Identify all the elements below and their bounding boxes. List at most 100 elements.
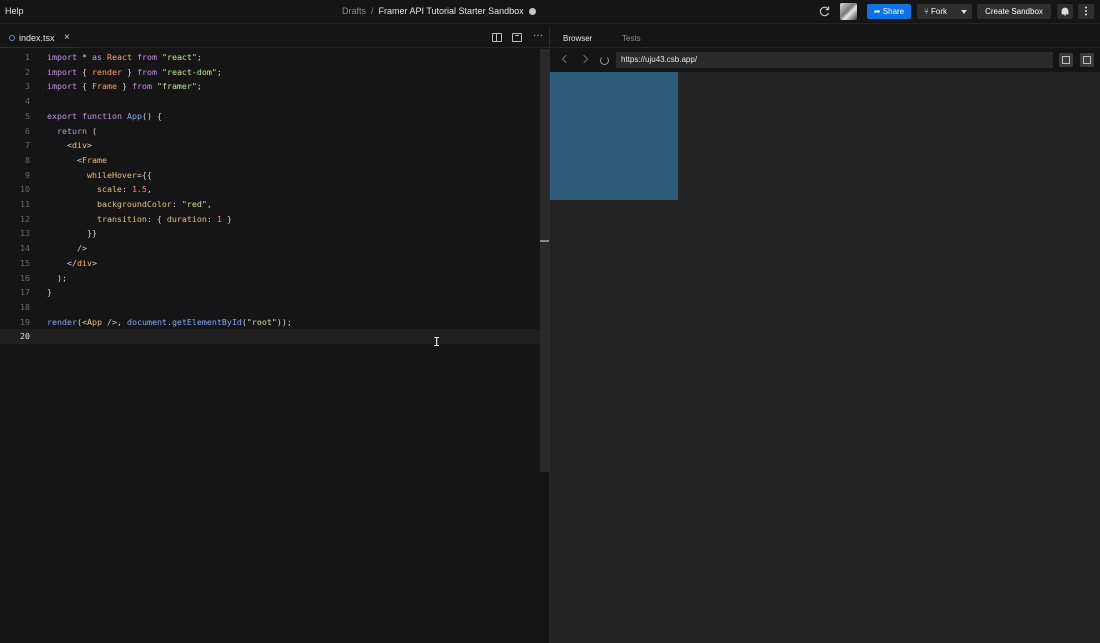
- line-number: 20: [20, 331, 30, 342]
- fork-icon: ⑂: [924, 7, 932, 16]
- code-line[interactable]: 18: [0, 300, 540, 315]
- avatar[interactable]: [840, 3, 857, 20]
- code-text[interactable]: }: [47, 285, 52, 300]
- tab-tests[interactable]: Tests: [622, 34, 641, 43]
- url-input[interactable]: https://uju43.csb.app/: [616, 52, 1053, 68]
- line-number: 9: [25, 169, 30, 180]
- line-number: 16: [20, 272, 30, 283]
- editor-tab-bar: index.tsx × ···: [0, 27, 549, 48]
- share-icon: ➦: [873, 7, 883, 16]
- reload-icon[interactable]: [600, 56, 609, 65]
- preview-layout-icon[interactable]: [512, 33, 522, 42]
- code-text[interactable]: export function App() {: [47, 109, 162, 124]
- fork-button[interactable]: ⑂ Fork: [917, 4, 972, 19]
- code-text[interactable]: );: [47, 271, 67, 286]
- code-line[interactable]: 1 import * as React from "react";: [0, 50, 540, 65]
- code-line[interactable]: 14 />: [0, 241, 540, 256]
- code-text[interactable]: import { render } from "react-dom";: [47, 65, 222, 80]
- line-number: 8: [25, 154, 30, 165]
- code-editor[interactable]: 1 import * as React from "react"; 2 import …: [0, 49, 549, 643]
- code-line[interactable]: 8 <Frame: [0, 153, 540, 168]
- split-view-icon[interactable]: [492, 33, 502, 42]
- share-button[interactable]: ➦ Share: [867, 4, 911, 19]
- breadcrumb: Drafts / Framer API Tutorial Starter Sandb…: [342, 6, 536, 16]
- file-tab-label: index.tsx: [19, 33, 55, 43]
- line-number: 13: [20, 228, 30, 239]
- breadcrumb-separator: /: [371, 6, 374, 16]
- line-number: 17: [20, 287, 30, 298]
- scroll-position-marker: [540, 240, 549, 242]
- code-line[interactable]: 4: [0, 94, 540, 109]
- editor-more-icon[interactable]: ···: [533, 30, 543, 41]
- code-line[interactable]: 16 );: [0, 271, 540, 286]
- line-number: 6: [25, 125, 30, 136]
- code-text[interactable]: whileHover={{: [47, 168, 152, 183]
- code-line[interactable]: 7 <div>: [0, 138, 540, 153]
- code-line[interactable]: 20: [0, 329, 540, 344]
- globe-icon: [528, 8, 536, 15]
- file-type-icon: [9, 35, 15, 41]
- code-text[interactable]: </div>: [47, 256, 97, 271]
- code-line[interactable]: 19 render(<App />, document.getElementByI…: [0, 315, 540, 330]
- breadcrumb-drafts[interactable]: Drafts: [342, 6, 366, 16]
- editor-scrollbar[interactable]: [540, 49, 549, 472]
- refresh-icon[interactable]: [818, 5, 831, 18]
- create-sandbox-button[interactable]: Create Sandbox: [977, 4, 1051, 19]
- code-text[interactable]: <Frame: [47, 153, 107, 168]
- bell-icon: [1061, 7, 1069, 16]
- code-line[interactable]: 2 import { render } from "react-dom";: [0, 65, 540, 80]
- top-bar: Help Drafts / Framer API Tutorial Starter …: [0, 0, 1100, 24]
- code-line[interactable]: 13 }}: [0, 226, 540, 241]
- more-menu-button[interactable]: [1078, 4, 1094, 19]
- code-line[interactable]: 5 export function App() {: [0, 109, 540, 124]
- code-text[interactable]: render(<App />, document.getElementById(…: [47, 315, 292, 330]
- code-text[interactable]: scale: 1.5,: [47, 182, 152, 197]
- code-line[interactable]: 3 import { Frame } from "framer";: [0, 79, 540, 94]
- code-line[interactable]: 9 whileHover={{: [0, 168, 540, 183]
- line-number: 12: [20, 213, 30, 224]
- preview-tab-bar: Browser Tests: [550, 27, 1100, 48]
- browser-viewport[interactable]: [550, 72, 1100, 643]
- tab-index-tsx[interactable]: index.tsx ×: [0, 27, 78, 48]
- code-line[interactable]: 17}: [0, 285, 540, 300]
- code-text[interactable]: />: [47, 241, 87, 256]
- back-icon[interactable]: [561, 54, 571, 64]
- notifications-button[interactable]: [1057, 4, 1073, 19]
- responsive-view-icon[interactable]: [1059, 53, 1073, 67]
- code-text[interactable]: import { Frame } from "framer";: [47, 79, 202, 94]
- line-number: 14: [20, 243, 30, 254]
- line-number: 1: [25, 52, 30, 62]
- share-label: Share: [882, 7, 905, 16]
- line-number: 4: [25, 96, 30, 107]
- code-text[interactable]: }}: [47, 226, 97, 241]
- code-text[interactable]: transition: { duration: 1 }: [47, 212, 232, 227]
- code-text[interactable]: import * as React from "react";: [47, 50, 202, 65]
- sandbox-title[interactable]: Framer API Tutorial Starter Sandbox: [379, 6, 524, 16]
- code-text[interactable]: <div>: [47, 138, 92, 153]
- line-number: 7: [25, 140, 30, 151]
- line-number: 19: [20, 316, 30, 327]
- framer-frame-box[interactable]: [550, 72, 678, 200]
- more-vertical-icon: [1085, 6, 1087, 16]
- line-number: 15: [20, 257, 30, 268]
- code-text[interactable]: return (: [47, 124, 97, 139]
- open-new-window-icon[interactable]: [1080, 53, 1094, 67]
- code-text[interactable]: backgroundColor: "red",: [47, 197, 212, 212]
- forward-icon[interactable]: [579, 54, 589, 64]
- code-line[interactable]: 10 scale: 1.5,: [0, 182, 540, 197]
- code-line[interactable]: 15 </div>: [0, 256, 540, 271]
- menu-help[interactable]: Help: [5, 6, 24, 16]
- line-number: 18: [20, 301, 30, 312]
- line-number: 11: [20, 199, 30, 209]
- tab-browser[interactable]: Browser: [563, 34, 592, 43]
- close-icon[interactable]: ×: [64, 32, 70, 43]
- code-line[interactable]: 11 backgroundColor: "red",: [0, 197, 540, 212]
- chevron-down-icon[interactable]: [961, 10, 967, 14]
- browser-address-bar: https://uju43.csb.app/: [550, 49, 1100, 72]
- code-line[interactable]: 6 return (: [0, 124, 540, 139]
- line-number: 10: [20, 184, 30, 195]
- line-number: 3: [25, 81, 30, 92]
- code-line[interactable]: 12 transition: { duration: 1 }: [0, 212, 540, 227]
- line-number: 5: [25, 110, 30, 121]
- text-cursor-icon: I: [433, 335, 441, 349]
